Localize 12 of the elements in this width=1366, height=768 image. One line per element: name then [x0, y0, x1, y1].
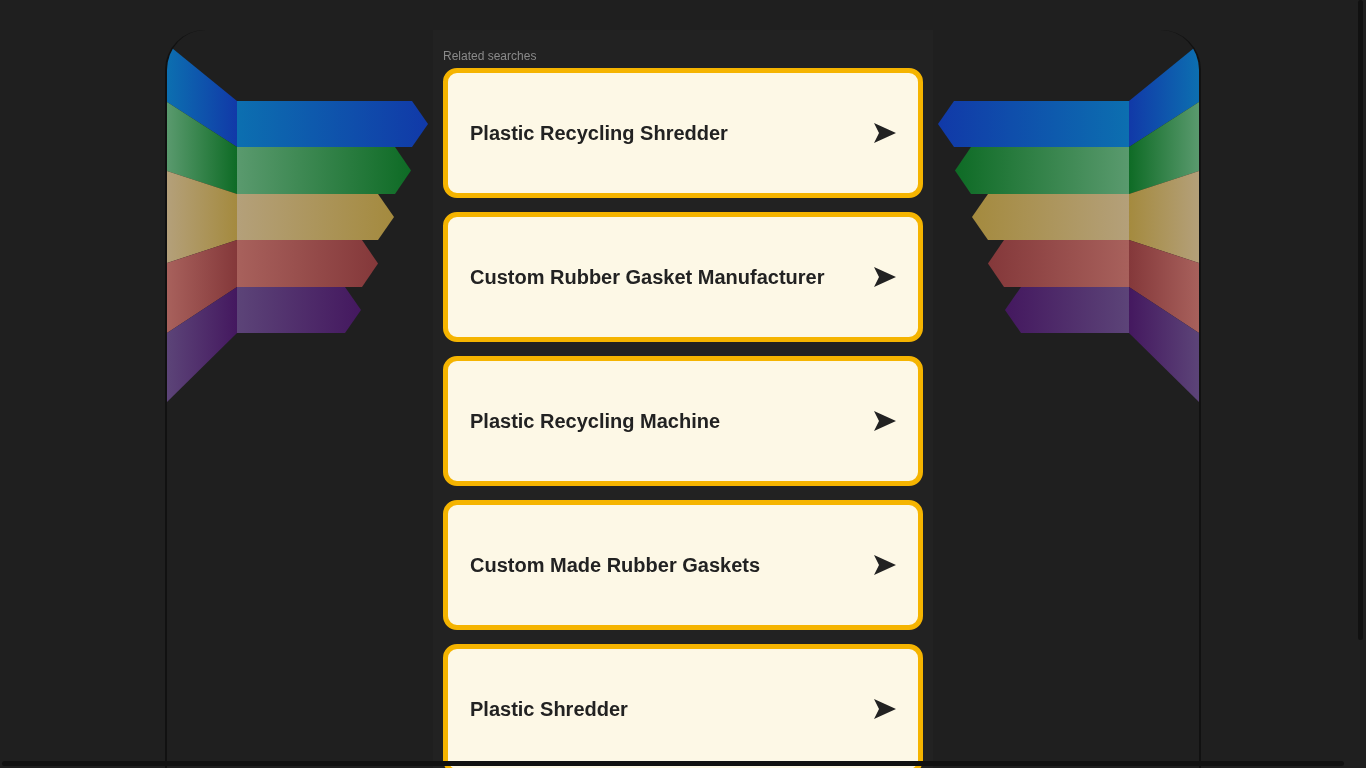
section-heading: Related searches	[443, 49, 538, 63]
arrow-icon	[874, 411, 896, 431]
search-link-card[interactable]: Custom Made Rubber Gaskets	[443, 500, 923, 630]
arrow-icon	[874, 699, 896, 719]
arrow-icon	[874, 267, 896, 287]
search-link-card[interactable]: Plastic Recycling Machine	[443, 356, 923, 486]
horizontal-scrollbar[interactable]	[2, 761, 1344, 766]
arrow-icon	[874, 555, 896, 575]
search-link-card[interactable]: Custom Rubber Gasket Manufacturer	[443, 212, 923, 342]
search-link-card[interactable]: Plastic Shredder	[443, 644, 923, 768]
search-link-card[interactable]: Plastic Recycling Shredder	[443, 68, 923, 198]
arrow-icon	[874, 123, 896, 143]
